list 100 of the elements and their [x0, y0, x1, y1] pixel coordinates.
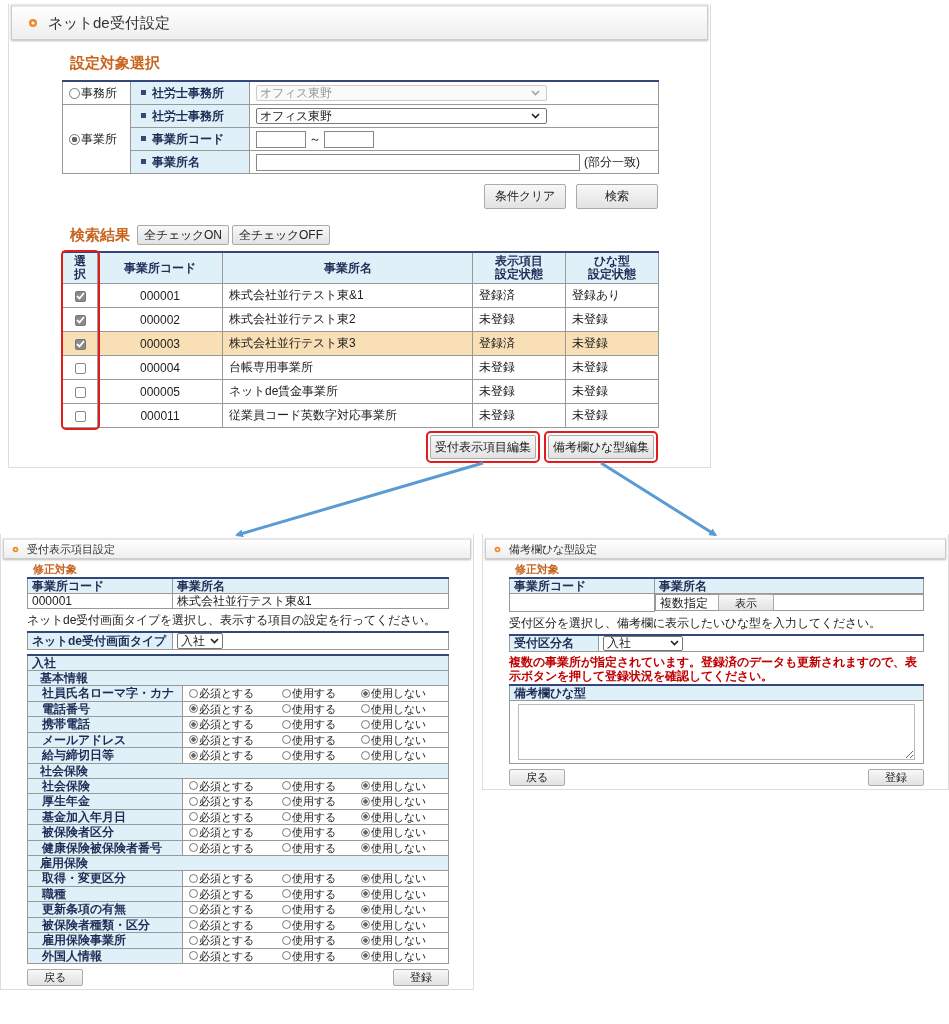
radio-button[interactable]: [189, 735, 198, 744]
form-title: 入社: [27, 655, 449, 671]
table-row[interactable]: 000011 従業員コード英数字対応事業所 未登録 未登録: [62, 403, 659, 428]
radio-button[interactable]: [281, 920, 291, 929]
radio-button[interactable]: [281, 781, 291, 790]
table-cell: 000002: [97, 307, 223, 332]
checkbox[interactable]: [74, 410, 86, 422]
field-label: 備考欄ひな型: [509, 684, 924, 701]
action-button[interactable]: 登録: [868, 768, 924, 786]
edit-button[interactable]: 受付表示項目編集: [430, 435, 536, 459]
radio-button[interactable]: [361, 812, 371, 821]
radio-button[interactable]: [361, 935, 371, 945]
code-from-field[interactable]: [256, 130, 306, 148]
radio-button[interactable]: [189, 843, 198, 852]
dropdown[interactable]: 入社: [177, 633, 223, 649]
checkbox[interactable]: [74, 314, 86, 326]
checkbox[interactable]: [74, 362, 86, 374]
radio-button[interactable]: [281, 719, 291, 729]
radio-button[interactable]: [281, 889, 291, 898]
radio-button[interactable]: [189, 812, 198, 821]
action-button[interactable]: 戻る: [27, 969, 83, 986]
radio-button[interactable]: [69, 87, 80, 99]
table-cell: 未登録: [565, 355, 659, 380]
radio-button[interactable]: [361, 889, 371, 898]
radio-button[interactable]: [361, 750, 371, 760]
radio-button[interactable]: [361, 843, 371, 852]
table-row[interactable]: 000001 株式会社並行テスト東&1 登録済 登録あり: [62, 283, 659, 308]
radio-button[interactable]: [281, 796, 291, 806]
radio-button[interactable]: [189, 827, 198, 837]
check-all-button[interactable]: 全チェックON: [137, 225, 229, 245]
square-bullet-icon: [141, 136, 146, 141]
name-field[interactable]: [256, 153, 580, 171]
radio-button[interactable]: [281, 750, 291, 760]
radio-button[interactable]: [189, 904, 198, 914]
radio-button[interactable]: [281, 827, 291, 837]
radio-button[interactable]: [189, 688, 198, 698]
radio-button[interactable]: [281, 812, 291, 821]
action-button[interactable]: 条件クリア: [484, 184, 566, 209]
checkbox[interactable]: [74, 386, 86, 398]
radio-button[interactable]: [189, 889, 198, 898]
radio-label: 必須とする: [199, 840, 254, 855]
dropdown[interactable]: 入社: [603, 635, 683, 651]
radio-button[interactable]: [361, 704, 371, 713]
radio-button[interactable]: [361, 719, 371, 729]
radio-button[interactable]: [361, 827, 371, 837]
column-header: ひな型: [594, 255, 630, 268]
action-button[interactable]: 登録: [393, 969, 449, 986]
radio-button[interactable]: [281, 873, 291, 883]
radio-button[interactable]: [361, 781, 371, 790]
radio-button[interactable]: [281, 688, 291, 698]
radio-button[interactable]: [189, 750, 198, 760]
check-all-button[interactable]: 全チェックOFF: [232, 225, 330, 245]
radio-label: 使用しない: [371, 933, 427, 947]
radio-button[interactable]: [361, 873, 371, 883]
edit-button[interactable]: 備考欄ひな型編集: [548, 435, 654, 459]
radio-button[interactable]: [281, 704, 291, 713]
checkmark-icon: [75, 292, 85, 301]
radio-button[interactable]: [281, 935, 291, 945]
table-row[interactable]: 000002 株式会社並行テスト東2 未登録 未登録: [62, 307, 659, 332]
radio-button[interactable]: [69, 133, 80, 145]
checkbox[interactable]: [74, 290, 86, 302]
action-button[interactable]: 戻る: [509, 768, 565, 786]
radio-label: 使用する: [291, 902, 336, 916]
text-area[interactable]: [518, 703, 915, 760]
column-header: 事業所コード: [124, 261, 196, 275]
table-cell: ネットde賃金事業所: [222, 379, 473, 404]
action-button[interactable]: 検索: [576, 184, 658, 209]
radio-button[interactable]: [189, 704, 198, 713]
radio-button[interactable]: [361, 904, 371, 914]
radio-button[interactable]: [189, 935, 198, 945]
radio-button[interactable]: [189, 796, 198, 806]
radio-button[interactable]: [361, 920, 371, 929]
radio-button[interactable]: [361, 951, 371, 960]
panel-title: 備考欄ひな型設定: [509, 541, 597, 557]
radio-button[interactable]: [361, 735, 371, 744]
show-button[interactable]: 表示: [718, 594, 774, 611]
table-row[interactable]: 000005 ネットde賃金事業所 未登録 未登録: [62, 379, 659, 404]
radio-label: 使用しない: [371, 794, 427, 808]
checkbox[interactable]: [74, 338, 86, 350]
code-to-field[interactable]: [324, 130, 374, 148]
radio-button[interactable]: [281, 951, 291, 960]
dropdown[interactable]: オフィス東野: [256, 108, 547, 124]
radio-label: 必須とする: [199, 948, 254, 963]
radio-button[interactable]: [361, 796, 371, 806]
radio-button[interactable]: [189, 719, 198, 729]
column-header: 設定状態: [495, 268, 543, 281]
radio-button[interactable]: [189, 781, 198, 790]
radio-button[interactable]: [281, 735, 291, 744]
table-row[interactable]: 000003 株式会社並行テスト東3 登録済 未登録: [62, 331, 659, 356]
table-cell: 000001: [27, 593, 173, 609]
radio-button[interactable]: [361, 688, 371, 698]
table-row[interactable]: 000004 台帳専用事業所 未登録 未登録: [62, 355, 659, 380]
radio-button[interactable]: [189, 920, 198, 929]
field-label: 社労士事務所: [152, 85, 224, 100]
radio-button[interactable]: [281, 904, 291, 914]
radio-button[interactable]: [189, 873, 198, 883]
radio-button[interactable]: [189, 951, 198, 960]
field-label: ネットde受付画面タイプ: [27, 632, 173, 650]
table-cell: 未登録: [565, 331, 659, 356]
radio-button[interactable]: [281, 843, 291, 852]
